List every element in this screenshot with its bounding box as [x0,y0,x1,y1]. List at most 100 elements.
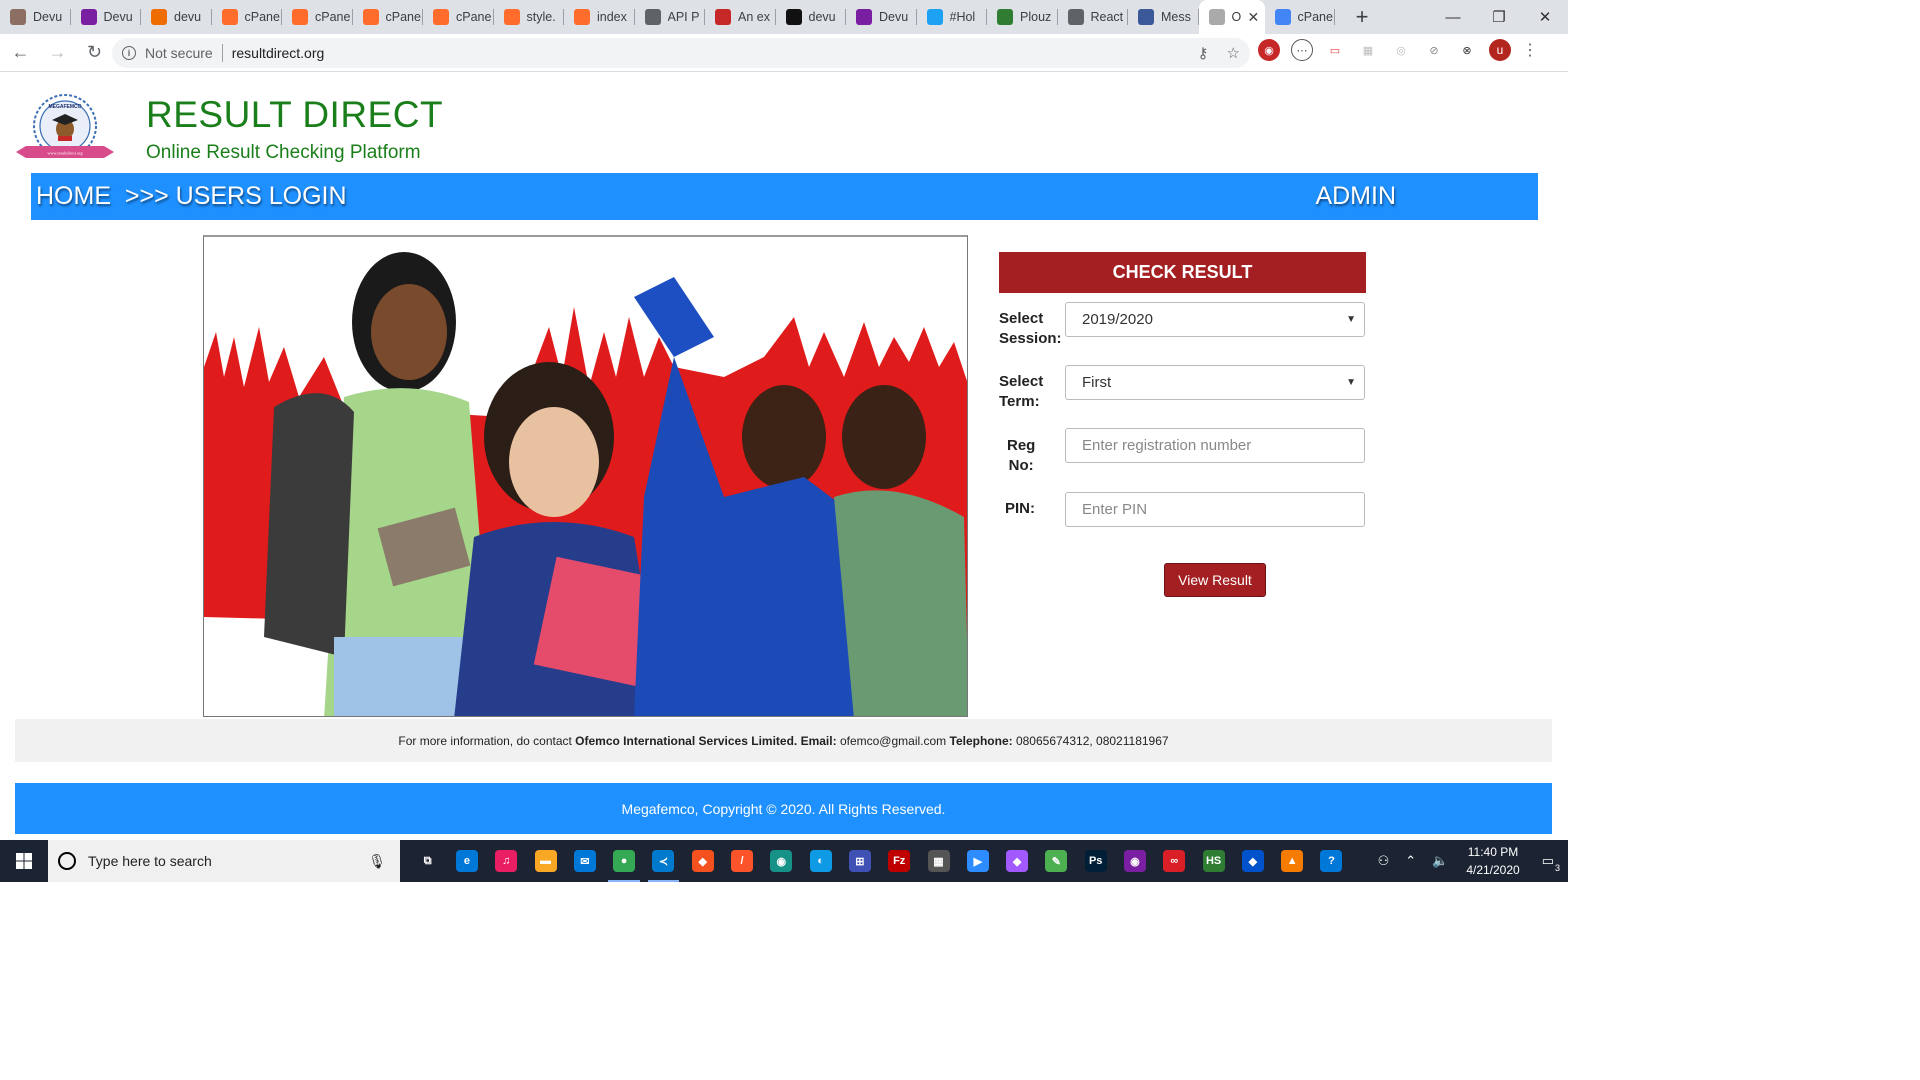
taskbar-app-photoshop[interactable]: Ps [1076,840,1115,882]
tab-favicon-icon [80,9,97,25]
taskbar-search[interactable]: Type here to search 🎙 [48,840,400,882]
browser-tab[interactable]: Devu [0,0,71,34]
browser-tab[interactable]: Plouz [987,0,1058,34]
browser-tab[interactable]: cPane [282,0,353,34]
system-tray: ⚇ ⌃ 🔈 11:40 PM 4/21/2020 ▭ 3 [1370,840,1568,882]
extension-icon[interactable]: ▦ [1357,39,1379,61]
browser-tab[interactable]: Mess [1128,0,1199,34]
browser-tab[interactable]: index [564,0,635,34]
taskbar-app-brave[interactable]: / [722,840,761,882]
check-result-heading: CHECK RESULT [999,252,1366,293]
taskbar-app-chrome[interactable]: ● [604,840,643,882]
reload-icon[interactable]: ↻ [78,38,111,68]
bookmark-star-icon[interactable]: ☆ [1227,44,1240,62]
browser-tab[interactable]: devu [776,0,847,34]
taskbar-app-vscode[interactable]: ≺ [644,840,683,882]
extension-icon[interactable]: ⊘ [1423,39,1445,61]
taskbar-app-network[interactable]: ⊞ [840,840,879,882]
taskbar-app-edge-beta[interactable]: ◐ [801,840,840,882]
forward-icon[interactable]: → [41,38,74,68]
tab-favicon-icon [926,9,943,25]
taskbar-app-zoom[interactable]: ▶ [958,840,997,882]
taskbar-app-git[interactable]: ◆ [683,840,722,882]
taskbar-clock[interactable]: 11:40 PM 4/21/2020 [1466,843,1519,879]
notifications-icon[interactable]: ▭ 3 [1542,853,1560,873]
paint-icon: ✎ [1045,850,1068,872]
tab-title: Plouz [1020,10,1052,24]
browser-tab[interactable]: cPane [353,0,424,34]
close-window-icon[interactable]: ✕ [1522,0,1568,34]
browser-tab[interactable]: Devu [846,0,917,34]
site-info-icon[interactable]: i [122,46,136,60]
back-icon[interactable]: ← [4,38,37,68]
tab-favicon-icon [644,9,661,25]
browser-tab-active[interactable]: O ✕ [1198,0,1265,34]
browser-tab[interactable]: An ex [705,0,776,34]
session-select[interactable]: 2019/2020 ▼ [1065,302,1365,337]
extension-icon[interactable]: ⋯ [1291,39,1313,61]
browser-tab[interactable]: #Hol [917,0,988,34]
windows-start-icon[interactable] [0,840,48,882]
key-icon[interactable]: ⚷ [1198,44,1209,62]
term-select[interactable]: First ▼ [1065,365,1365,400]
people-icon[interactable]: ⚇ [1378,853,1390,869]
reg-number-input[interactable]: Enter registration number [1065,428,1365,463]
taskbar-app-gitkraken[interactable]: ◉ [762,840,801,882]
restore-icon[interactable]: ❐ [1476,0,1522,34]
taskbar-app-mail[interactable]: ✉ [565,840,604,882]
tab-title: devu [808,10,836,24]
tab-favicon-icon [433,9,449,25]
taskbar-app-hotspot[interactable]: HS [1194,840,1233,882]
extension-icon[interactable]: ◎ [1390,39,1412,61]
taskbar-app-paint[interactable]: ✎ [1037,840,1076,882]
taskbar-app-file-explorer[interactable]: ▬ [526,840,565,882]
extensions-area: ◉ ⋯ ▭ ▦ ◎ ⊘ ⊗ u ⋮ [1258,39,1538,61]
address-bar[interactable]: i Not secure resultdirect.org ⚷ ☆ [112,38,1250,68]
taskbar-app-podcast[interactable]: ◉ [1115,840,1154,882]
taskbar-app-itunes[interactable]: ♫ [487,840,526,882]
taskbar-app-sourcetree[interactable]: ◆ [1233,840,1272,882]
browser-tab[interactable]: style. [494,0,565,34]
tab-favicon-icon [715,9,731,25]
admin-link[interactable]: ADMIN [1315,182,1396,211]
brave-icon: / [731,850,754,872]
omnibox-separator [221,44,223,62]
close-tab-icon[interactable]: ✕ [1248,9,1260,26]
taskbar-app-edge[interactable]: e [447,840,486,882]
taskbar-app-task-view[interactable]: ⧉ [408,840,447,882]
microphone-icon[interactable]: 🎙 [368,853,386,870]
taskbar-app-figma[interactable]: ◆ [997,840,1036,882]
chevron-up-icon[interactable]: ⌃ [1405,853,1416,869]
browser-tab[interactable]: cPane [1265,0,1336,34]
tab-title: index [597,10,627,24]
term-label-line2: Term: [999,393,1040,410]
taskbar-app-vlc[interactable]: ▲ [1273,840,1312,882]
new-tab-icon[interactable]: + [1345,0,1379,34]
pin-input[interactable]: Enter PIN [1065,492,1365,527]
taskbar-app-shell[interactable]: ▦ [919,840,958,882]
taskbar-app-filezilla[interactable]: Fz [880,840,919,882]
extension-icon[interactable]: ◉ [1258,39,1280,61]
profile-avatar[interactable]: u [1489,39,1511,61]
site-subtitle: Online Result Checking Platform [146,142,421,163]
view-result-button[interactable]: View Result [1164,563,1266,597]
browser-tab[interactable]: React [1058,0,1129,34]
url-text[interactable]: resultdirect.org [232,45,325,61]
site-footer: Megafemco, Copyright © 2020. All Rights … [15,783,1552,834]
filezilla-icon: Fz [888,850,911,872]
volume-icon[interactable]: 🔈 [1432,853,1448,869]
browser-tab[interactable]: cPane [423,0,494,34]
breadcrumb[interactable]: HOME >>> USERS LOGIN [36,182,347,211]
extension-icon[interactable]: ▭ [1324,39,1346,61]
taskbar-app-help[interactable]: ? [1312,840,1351,882]
browser-tab[interactable]: cPane [212,0,283,34]
browser-menu-icon[interactable]: ⋮ [1522,40,1538,60]
browser-tab[interactable]: API P [635,0,706,34]
tab-favicon-icon [574,9,590,25]
contact-prefix: For more information, do contact [398,733,576,748]
browser-tab[interactable]: Devu [71,0,142,34]
taskbar-app-creative-cloud[interactable]: ∞ [1155,840,1194,882]
extension-icon[interactable]: ⊗ [1456,39,1478,61]
minimize-icon[interactable]: — [1430,0,1476,34]
browser-tab[interactable]: devu [141,0,212,34]
